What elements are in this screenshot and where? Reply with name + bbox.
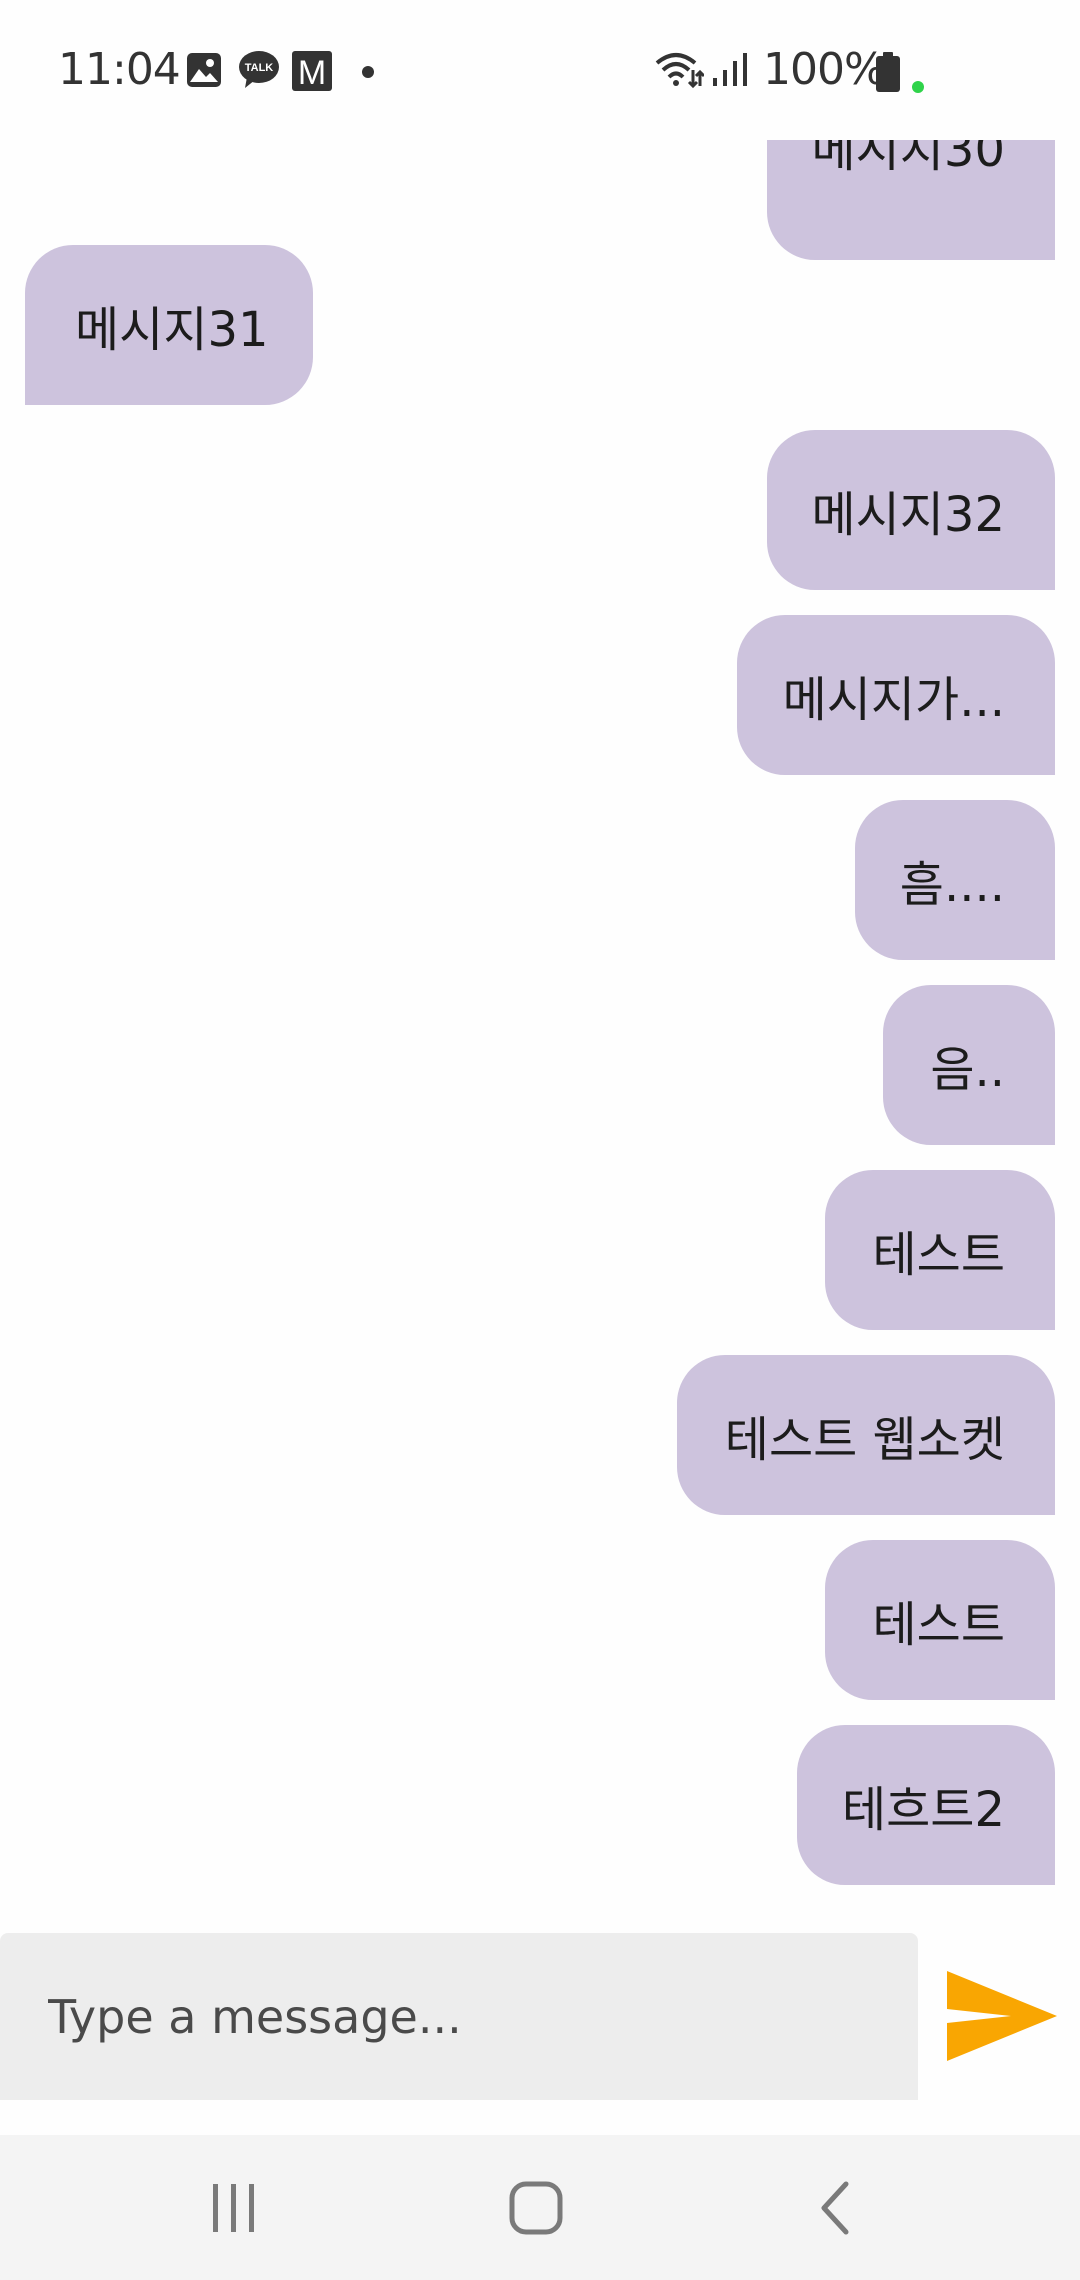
home-icon [509,2181,563,2234]
system-nav-bar [0,2135,1080,2280]
privacy-indicator-dot [911,79,925,98]
recent-apps-button[interactable] [144,2135,324,2280]
chat-screen: 11:04 TALK M 100% 메시지30 메시지31 메시지32 메시지가… [0,0,1080,2280]
signal-icon [711,52,751,92]
sent-message-bubble[interactable]: 메시지가... [737,615,1055,775]
sent-message-bubble[interactable]: 테흐트2 [797,1725,1055,1885]
sent-message-bubble[interactable]: 테스트 웹소켓 [677,1355,1055,1515]
message-input[interactable] [0,1933,918,2100]
send-button[interactable] [935,1960,1065,2075]
talk-label: TALK [245,62,274,74]
send-arrow-icon [947,1971,1057,2061]
gallery-icon [186,52,222,92]
message-composer [0,1930,1080,2105]
more-dot-icon [361,64,375,83]
sent-message-bubble[interactable]: 테스트 [825,1540,1055,1700]
received-message-bubble[interactable]: 메시지31 [25,245,313,405]
sent-message-bubble[interactable]: 테스트 [825,1170,1055,1330]
battery-icon [874,51,902,97]
gmail-icon: M [291,50,333,96]
gmail-letter: M [298,54,326,92]
sent-message-bubble[interactable]: 흠.... [855,800,1055,960]
sent-message-bubble[interactable]: 음.. [883,985,1055,1145]
recent-apps-icon [213,2183,254,2232]
kakaotalk-icon: TALK [238,50,280,94]
back-button[interactable] [746,2135,926,2280]
status-time: 11:04 [58,44,181,95]
sent-message-bubble[interactable]: 메시지32 [767,430,1055,590]
status-bar: 11:04 TALK M 100% [0,0,1080,140]
home-button[interactable] [446,2135,626,2280]
wifi-icon [654,50,706,94]
battery-percentage: 100% [763,44,886,95]
message-list[interactable]: 메시지30 메시지31 메시지32 메시지가... 흠.... 음.. 테스트 테스트 웹소켓… [0,140,1080,1920]
sent-message-bubble[interactable]: 메시지30 [767,140,1055,260]
back-icon [821,2181,849,2234]
